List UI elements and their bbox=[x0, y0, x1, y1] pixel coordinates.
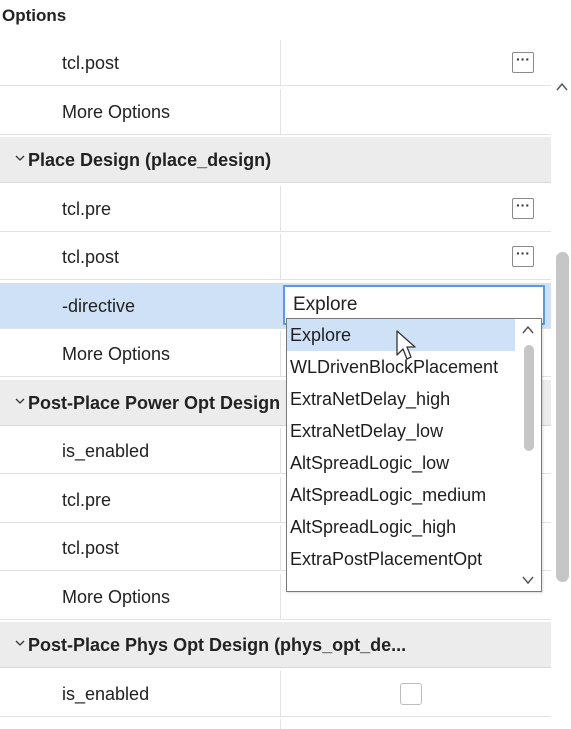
option-row[interactable]: tcl.pre··· bbox=[0, 719, 551, 729]
column-divider bbox=[280, 428, 281, 474]
options-heading: Options bbox=[2, 6, 67, 25]
option-name: tcl.post bbox=[62, 247, 120, 267]
dropdown-scroll-up-icon[interactable] bbox=[521, 323, 535, 335]
column-divider bbox=[280, 234, 281, 280]
column-divider bbox=[280, 282, 281, 329]
dropdown-option[interactable]: AltSpreadLogic_high bbox=[287, 511, 515, 543]
section-title[interactable]: Place Design (place_design) bbox=[14, 137, 271, 183]
enabled-checkbox[interactable] bbox=[400, 682, 422, 705]
option-row[interactable]: tcl.pre ··· bbox=[0, 185, 551, 232]
option-name: is_enabled bbox=[62, 683, 150, 704]
dropdown-option[interactable]: ExtraNetDelay_low bbox=[287, 415, 515, 447]
section-label: Place Design (place_design) bbox=[28, 150, 272, 170]
option-row[interactable]: is_enabled bbox=[0, 670, 551, 717]
option-name: tcl.post bbox=[62, 538, 120, 558]
browse-ellipsis-button[interactable]: ··· bbox=[512, 197, 534, 219]
column-divider bbox=[280, 525, 281, 571]
option-name: More Options bbox=[62, 586, 171, 607]
column-divider bbox=[280, 331, 281, 377]
option-name: More Options bbox=[62, 101, 171, 122]
chevron-down-icon[interactable] bbox=[14, 637, 26, 649]
option-name: tcl.post bbox=[62, 53, 120, 73]
section-header[interactable]: Place Design (place_design) bbox=[0, 137, 551, 183]
option-name: tcl.pre bbox=[62, 719, 111, 729]
directive-value-input[interactable]: Explore bbox=[293, 290, 503, 319]
option-name: -directive bbox=[62, 295, 136, 316]
column-divider bbox=[280, 40, 281, 86]
option-name: is_enabled bbox=[62, 441, 150, 461]
option-name: More Options bbox=[62, 344, 171, 364]
vertical-scrollbar-thumb[interactable] bbox=[556, 252, 569, 582]
chevron-down-icon[interactable] bbox=[14, 395, 26, 407]
column-divider bbox=[280, 670, 281, 717]
dropdown-scroll-down-icon[interactable] bbox=[521, 573, 535, 585]
dropdown-scroll-thumb[interactable] bbox=[524, 345, 534, 451]
option-row[interactable]: More Options bbox=[0, 88, 551, 135]
section-header[interactable]: Post-Place Phys Opt Design (phys_opt_de.… bbox=[0, 622, 551, 668]
dropdown-scrollbar[interactable] bbox=[515, 319, 541, 591]
column-divider bbox=[280, 476, 281, 523]
column-divider bbox=[280, 88, 281, 135]
section-label: Post-Place Phys Opt Design (phys_opt_de.… bbox=[28, 635, 407, 655]
column-divider bbox=[280, 185, 281, 232]
browse-ellipsis-button[interactable]: ··· bbox=[512, 246, 534, 267]
section-title[interactable]: Post-Place Phys Opt Design (phys_opt_de.… bbox=[14, 622, 406, 668]
dropdown-option[interactable]: ExtraNetDelay_high bbox=[287, 383, 515, 415]
column-divider bbox=[280, 573, 281, 620]
option-name: tcl.pre bbox=[62, 489, 112, 510]
column-divider bbox=[280, 719, 281, 729]
option-row[interactable]: tcl.post ··· bbox=[0, 40, 551, 86]
scroll-up-arrow-icon[interactable] bbox=[555, 80, 569, 94]
chevron-down-icon[interactable] bbox=[14, 152, 26, 164]
option-row[interactable]: tcl.post ··· bbox=[0, 234, 551, 280]
mouse-pointer-icon bbox=[395, 329, 417, 363]
dropdown-option[interactable]: AltSpreadLogic_low bbox=[287, 447, 515, 479]
option-name: tcl.pre bbox=[62, 198, 112, 219]
dropdown-option[interactable]: ExtraPostPlacementOpt bbox=[287, 543, 515, 575]
dropdown-option[interactable]: AltSpreadLogic_medium bbox=[287, 479, 515, 511]
browse-ellipsis-button[interactable]: ··· bbox=[512, 52, 534, 73]
